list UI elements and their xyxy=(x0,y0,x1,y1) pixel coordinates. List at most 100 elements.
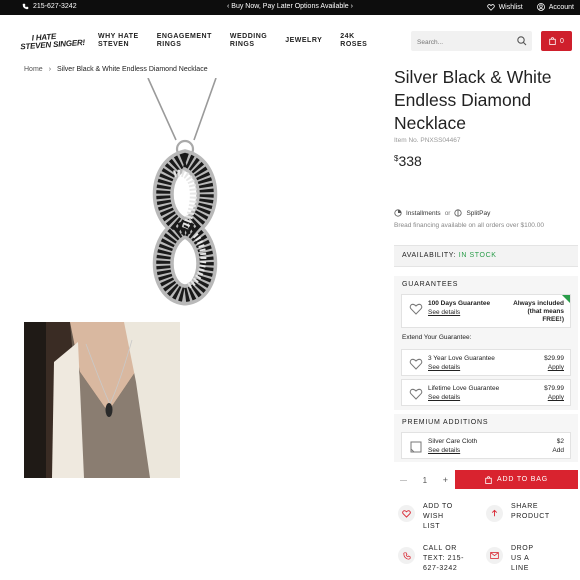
or-label: or xyxy=(444,209,451,217)
price-value: 338 xyxy=(398,153,422,169)
product-lifestyle-image[interactable] xyxy=(24,322,180,478)
search-input[interactable] xyxy=(411,32,507,53)
guarantee-option-lifetime[interactable]: Lifetime Love Guarantee See details $79.… xyxy=(401,379,571,406)
premium-item-details[interactable]: See details xyxy=(428,447,460,454)
nav-label: ROSES xyxy=(340,41,368,48)
search-box xyxy=(411,31,532,53)
included-guarantee-details[interactable]: See details xyxy=(428,309,460,316)
action-label: 627-3242 xyxy=(423,565,458,572)
account-label: Account xyxy=(548,3,574,11)
splitpay-icon xyxy=(454,209,463,217)
action-label: SHARE xyxy=(511,503,539,510)
included-guarantee-card: 100 Days Guarantee See details Always in… xyxy=(401,294,571,328)
site-logo[interactable]: I HATE STEVEN SINGER! xyxy=(20,31,91,52)
nav-label: WHY HATE xyxy=(98,33,139,40)
guarantee-option-3-year[interactable]: 3 Year Love Guarantee See details $29.99… xyxy=(401,349,571,376)
action-label: ADD TO xyxy=(423,503,453,510)
availability-bar: AVAILABILITY: IN STOCK xyxy=(394,245,578,267)
included-note-line: FREE!) xyxy=(542,316,564,323)
bag-icon xyxy=(549,37,556,45)
action-label: DROP xyxy=(511,545,534,552)
nav-wedding-rings[interactable]: WEDDING RINGS xyxy=(230,33,267,49)
guarantee-option-price: $29.99 xyxy=(544,355,564,362)
heart-3-icon xyxy=(409,358,423,370)
guarantee-option-details[interactable]: See details xyxy=(428,394,460,401)
product-price: $338 xyxy=(394,153,578,169)
premium-item-add[interactable]: Add xyxy=(552,447,564,454)
add-to-wishlist-action[interactable]: ADD TO WISH LIST xyxy=(398,502,453,532)
premium-header: PREMIUM ADDITIONS xyxy=(402,419,489,426)
nav-label: JEWELRY xyxy=(285,37,323,44)
quantity-value[interactable]: 1 xyxy=(423,476,427,485)
product-title-line: Silver Black & White xyxy=(394,67,552,87)
included-note-line: Always included xyxy=(513,300,564,307)
included-note: Always included (that means FREE!) xyxy=(513,300,564,324)
nav-label: STEVEN xyxy=(98,41,130,48)
cart-count: 0 xyxy=(560,37,564,45)
nav-label: RINGS xyxy=(156,41,182,48)
cart-button[interactable]: 0 xyxy=(541,31,572,51)
quantity-plus-button[interactable]: + xyxy=(443,475,448,485)
call-or-text-action[interactable]: CALL OR TEXT: 215- 627-3242 xyxy=(398,544,464,574)
heart-icon xyxy=(409,303,423,315)
extend-guarantee-label: Extend Your Guarantee: xyxy=(402,334,472,341)
guarantee-option-apply[interactable]: Apply xyxy=(548,394,564,401)
nav-why-hate-steven[interactable]: WHY HATE STEVEN xyxy=(98,33,139,49)
installments-link[interactable]: Installments xyxy=(406,210,441,217)
main-nav: I HATE STEVEN SINGER! WHY HATE STEVEN ENG… xyxy=(0,15,580,67)
mail-icon xyxy=(486,547,503,564)
bread-financing-note: Bread financing available on all orders … xyxy=(394,222,544,229)
guarantee-option-name: 3 Year Love Guarantee xyxy=(428,355,495,362)
account-icon xyxy=(536,3,545,11)
chevron-left-icon[interactable]: ‹ xyxy=(227,3,229,10)
search-icon[interactable] xyxy=(516,35,528,47)
guarantee-option-price: $79.99 xyxy=(544,385,564,392)
guarantees-section: GUARANTEES 100 Days Guarantee See detail… xyxy=(394,276,578,410)
breadcrumb-home[interactable]: Home xyxy=(24,66,43,73)
action-label: LIST xyxy=(423,523,441,530)
product-main-image[interactable] xyxy=(24,77,380,313)
breadcrumb: Home › Silver Black & White Endless Diam… xyxy=(24,66,208,73)
add-to-bag-label: ADD TO BAG xyxy=(497,476,548,483)
premium-item-name: Silver Care Cloth xyxy=(428,438,478,445)
stock-status: IN STOCK xyxy=(458,252,497,259)
nav-links: WHY HATE STEVEN ENGAGEMENT RINGS WEDDING RI… xyxy=(98,33,367,49)
splitpay-link[interactable]: SplitPay xyxy=(466,210,490,217)
nav-24k-roses[interactable]: 24K ROSES xyxy=(340,33,367,49)
heart-icon xyxy=(398,505,415,522)
product-title-line: Necklace xyxy=(394,113,466,133)
item-number: Item No. PNXSS04467 xyxy=(394,137,461,144)
nav-label: 24K xyxy=(340,33,355,40)
premium-item-card[interactable]: Silver Care Cloth See details $2 Add xyxy=(401,432,571,459)
drop-us-a-line-action[interactable]: DROP US A LINE xyxy=(486,544,534,574)
action-label: CALL OR xyxy=(423,545,457,552)
guarantee-option-apply[interactable]: Apply xyxy=(548,364,564,371)
nav-jewelry[interactable]: JEWELRY xyxy=(285,33,322,49)
top-bar: 215-627-3242 ‹ Buy Now, Pay Later Option… xyxy=(0,0,580,15)
included-note-line: (that means xyxy=(527,308,564,315)
product-title-line: Endless Diamond xyxy=(394,90,532,110)
breadcrumb-separator: › xyxy=(48,66,52,73)
nav-label: ENGAGEMENT xyxy=(156,33,212,40)
wishlist-link[interactable]: Wishlist xyxy=(486,3,523,11)
quantity-stepper: — 1 + xyxy=(394,475,454,485)
check-corner-icon xyxy=(562,295,570,303)
guarantee-option-details[interactable]: See details xyxy=(428,364,460,371)
account-link[interactable]: Account xyxy=(536,3,574,11)
action-label: PRODUCT xyxy=(511,513,550,520)
product-info: Silver Black & White Endless Diamond Nec… xyxy=(394,66,578,169)
action-label: TEXT: 215- xyxy=(423,555,465,562)
add-to-bag-button[interactable]: ADD TO BAG xyxy=(455,470,578,489)
chevron-right-icon[interactable]: › xyxy=(351,3,353,10)
nav-label: WEDDING xyxy=(229,33,268,40)
action-label: US A xyxy=(511,555,530,562)
cloth-icon xyxy=(410,441,422,453)
product-title: Silver Black & White Endless Diamond Nec… xyxy=(394,66,578,135)
guarantee-option-name: Lifetime Love Guarantee xyxy=(428,385,500,392)
nav-engagement-rings[interactable]: ENGAGEMENT RINGS xyxy=(157,33,212,49)
premium-additions-section: PREMIUM ADDITIONS Silver Care Cloth See … xyxy=(394,414,578,462)
promo-text: Buy Now, Pay Later Options Available xyxy=(231,3,349,10)
quantity-minus-button[interactable]: — xyxy=(400,477,407,484)
share-product-action[interactable]: SHARE PRODUCT xyxy=(486,502,550,522)
wishlist-label: Wishlist xyxy=(498,3,523,11)
